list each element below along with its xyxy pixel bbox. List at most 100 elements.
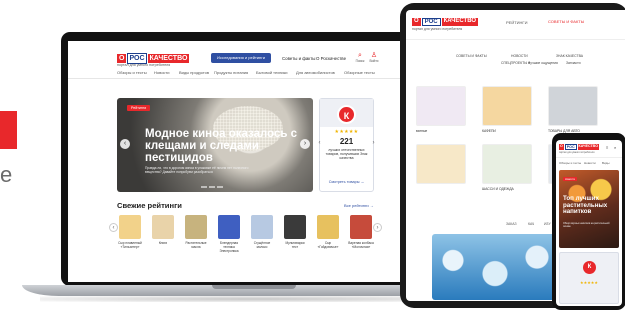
category-image (548, 86, 598, 126)
rating-stars: ★★★★★ (334, 129, 359, 135)
menu-item[interactable]: Лучшие ощущения (528, 61, 558, 65)
product-image (218, 215, 240, 239)
pagination-dot[interactable] (217, 186, 223, 188)
hero-tag: Новости (563, 177, 578, 181)
category-image (482, 86, 532, 126)
nav-item[interactable]: Виды продуктов (179, 70, 209, 75)
login-action[interactable]: ♙ Войти (368, 52, 380, 63)
tablet-ratings-link[interactable]: РЕЙТИНГИ (506, 20, 527, 25)
research-ratings-button[interactable]: Исследования и рейтинги (211, 53, 271, 63)
quality-mark-badge: К (337, 105, 356, 124)
logo-part-3: КАЧЕСТВО (441, 18, 479, 26)
logo-part-2: РОС (421, 18, 441, 26)
nav-item[interactable]: Новости (154, 70, 169, 75)
rating-item[interactable]: Растительные масла (183, 215, 209, 250)
logo-part-2: РОС (564, 144, 577, 150)
pagination-dot[interactable] (209, 186, 215, 188)
tablet-tab[interactable]: ИЗУ (544, 222, 551, 226)
rating-item[interactable]: Блендерная техника Электроника (216, 215, 242, 253)
login-label: Войти (369, 59, 379, 63)
menu-item[interactable]: СОВЕТЫ И ФАКТЫ (456, 54, 487, 58)
tablet-menu: СОВЕТЫ И ФАКТЫ НОВОСТИ ЗНАК КАЧЕСТВА СПЕ… (446, 52, 616, 70)
rating-item[interactable]: Сыр плавленый «Тильзитер» (117, 215, 143, 250)
chevron-left-icon: ‹ (112, 225, 115, 231)
rating-caption: Растительные масла (185, 241, 207, 249)
category-image (416, 144, 466, 184)
nav-item[interactable]: Продукты питания (214, 70, 248, 75)
hero-banner[interactable]: Рейтинги Модное киноа оказалось с клещам… (117, 98, 313, 192)
nav-item[interactable]: Обзоры и тесты (559, 161, 581, 165)
phone-logo[interactable]: О РОС КАЧЕСТВО (559, 144, 599, 150)
category-tile[interactable]: КАФЕПИ (482, 86, 532, 133)
tablet-tips-link[interactable]: СОВЕТЫ И ФАКТЫ (548, 19, 584, 24)
ratings-next-button[interactable]: › (373, 223, 382, 232)
phone-header: О РОС КАЧЕСТВО портал для умного потреби… (556, 140, 622, 158)
rating-caption: Сыр «Гойдовичье» (317, 241, 339, 249)
laptop-notch (212, 285, 296, 289)
category-caption: ватные (416, 129, 428, 133)
rating-item[interactable]: Сгущённое молоко (249, 215, 275, 250)
phone-nav: Обзоры и тесты Новости Виды (556, 159, 622, 168)
nav-item[interactable]: Для автомобилистов (296, 70, 335, 75)
nav-item[interactable]: Обзорные тесты (344, 70, 375, 75)
category-tile[interactable]: ватные (416, 86, 466, 133)
menu-item[interactable]: Запчасти (566, 61, 581, 65)
category-tile[interactable]: ШАССИ И ОДЕЖДА (482, 144, 532, 191)
search-action[interactable]: ⌕ Поиск (354, 52, 366, 63)
rating-caption: Книги (158, 241, 168, 245)
search-label: Поиск (355, 59, 365, 63)
phone-hero-banner[interactable]: Новости Топ лучших растительных напитков… (559, 170, 619, 248)
nav-item[interactable]: Виды (602, 161, 610, 165)
card-next-button[interactable]: › (370, 140, 377, 147)
logo-tagline: портал для умного потребителя (559, 151, 595, 154)
logo-part-3: КАЧЕСТВО (147, 54, 190, 63)
tablet-tab[interactable]: КАЧ (528, 222, 534, 226)
category-tile[interactable] (416, 144, 466, 187)
logo-tagline: портал для умного потребителя (412, 27, 463, 31)
quality-mark-badge: К (583, 261, 596, 274)
tablet-tab[interactable]: ЗАКАЗ (506, 222, 517, 226)
menu-icon[interactable]: ≡ (606, 145, 608, 150)
view-products-link[interactable]: Смотреть товары → (323, 180, 370, 184)
about-link[interactable]: О Роскачестве (316, 56, 346, 61)
rating-caption: Сгущённое молоко (253, 241, 271, 249)
chevron-left-icon: ‹ (318, 140, 321, 146)
all-ratings-link[interactable]: Все рейтинги → (344, 203, 374, 208)
menu-item[interactable]: НОВОСТИ (511, 54, 528, 58)
category-tile[interactable]: ТОВАРЫ ДЛЯ АВТО (548, 86, 598, 133)
rating-item[interactable]: Вареная колбаса «Молочная» (348, 215, 374, 250)
logo-tagline: портал для умного потребителя (117, 63, 171, 67)
nav-item[interactable]: Обзоры и тесты (117, 70, 147, 75)
menu-item[interactable]: ЗНАК КАЧЕСТВА (556, 54, 583, 58)
hero-prev-button[interactable]: ‹ (120, 139, 130, 149)
tablet-logo[interactable]: О РОС КАЧЕСТВО (412, 18, 479, 26)
nav-item[interactable]: Новости (584, 161, 596, 165)
search-icon[interactable]: ⌕ (614, 145, 616, 150)
search-icon: ⌕ (358, 52, 362, 59)
rating-item[interactable]: Сыр «Гойдовичье» (315, 215, 341, 250)
logo-part-1: О (559, 144, 564, 150)
rating-stars: ★★★★★ (580, 280, 598, 285)
hero-pagination (201, 186, 223, 188)
tablet-header: О РОС КАЧЕСТВО портал для умного потреби… (406, 10, 625, 40)
chevron-right-icon: › (376, 225, 379, 231)
tips-facts-link[interactable]: Советы и факты (282, 56, 315, 61)
brand-red-block (0, 111, 17, 149)
menu-item[interactable]: СПЕЦПРОЕКТЫ ▾ (501, 61, 530, 65)
rating-item[interactable]: Книги (150, 215, 176, 246)
product-image (152, 215, 174, 239)
hero-next-button[interactable]: › (300, 139, 310, 149)
rating-caption: Блендерная техника Электроника (219, 241, 239, 253)
product-image (251, 215, 273, 239)
category-image (482, 144, 532, 184)
chevron-right-icon: › (372, 140, 375, 146)
logo-part-1: О (412, 18, 421, 26)
phone-quality-card: К ★★★★★ (559, 252, 619, 304)
laptop-display: О РОС КАЧЕСТВО портал для умного потреби… (68, 41, 441, 282)
rating-item[interactable]: Мультиварки тест (282, 215, 308, 250)
pagination-dot[interactable] (201, 186, 207, 188)
card-prev-button[interactable]: ‹ (316, 140, 323, 147)
nav-item[interactable]: Бытовой техники (256, 70, 288, 75)
product-image (350, 215, 372, 239)
site-header: О РОС КАЧЕСТВО портал для умного потреби… (68, 41, 441, 79)
